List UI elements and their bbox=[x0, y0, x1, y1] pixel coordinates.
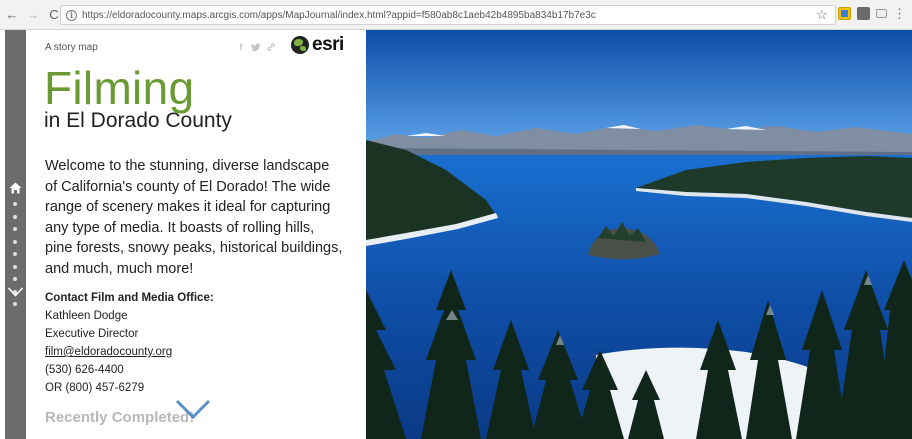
chevron-down-icon[interactable] bbox=[7, 286, 24, 298]
intro-paragraph: Welcome to the stunning, diverse landsca… bbox=[45, 158, 343, 277]
home-icon[interactable] bbox=[9, 182, 22, 194]
panel-header: A story map f esri bbox=[26, 30, 366, 64]
esri-logo[interactable]: esri bbox=[291, 34, 344, 55]
address-bar[interactable]: i https://eldoradocounty.maps.arcgis.com… bbox=[60, 5, 836, 25]
browser-menu-icon[interactable]: ⋮ bbox=[893, 7, 906, 20]
contact-name: Kathleen Dodge bbox=[45, 310, 128, 322]
story-panel: A story map f esri Filming in El Dorado … bbox=[26, 30, 366, 439]
globe-icon bbox=[291, 36, 309, 54]
section-dot[interactable] bbox=[13, 302, 17, 306]
share-icons: f bbox=[236, 42, 276, 52]
section-dot[interactable] bbox=[13, 227, 17, 231]
extension-icons: ⋮ bbox=[838, 7, 906, 20]
contact-phone: (530) 626-4400 bbox=[45, 364, 124, 376]
contact-title: Executive Director bbox=[45, 328, 139, 340]
esri-wordmark: esri bbox=[312, 34, 344, 55]
contact-block: Contact Film and Media Office: Kathleen … bbox=[45, 289, 345, 397]
lake-landscape-photo bbox=[366, 30, 912, 439]
contact-email-link[interactable]: film@eldoradocounty.org bbox=[45, 343, 345, 361]
section-dot[interactable] bbox=[13, 252, 17, 256]
section-dot[interactable] bbox=[13, 264, 17, 269]
cast-icon[interactable] bbox=[876, 9, 887, 18]
extension-icon[interactable] bbox=[857, 7, 870, 20]
forward-arrow-icon[interactable]: → bbox=[24, 6, 42, 24]
browser-toolbar: ← → C i https://eldoradocounty.maps.arcg… bbox=[0, 0, 912, 30]
story-map-label: A story map bbox=[45, 42, 98, 53]
twitter-icon[interactable] bbox=[251, 42, 261, 52]
section-dot[interactable] bbox=[13, 214, 17, 219]
recently-completed-heading: Recently Completed! bbox=[45, 409, 195, 426]
bookmark-star-icon[interactable]: ☆ bbox=[816, 7, 828, 23]
back-arrow-icon[interactable]: ← bbox=[3, 6, 21, 24]
scroll-down-chevron-icon[interactable] bbox=[175, 398, 211, 420]
section-dot[interactable] bbox=[13, 202, 17, 206]
extension-icon[interactable] bbox=[838, 7, 851, 20]
story-nav-rail bbox=[5, 30, 26, 439]
info-icon[interactable]: i bbox=[66, 9, 77, 21]
section-dot[interactable] bbox=[13, 277, 17, 281]
contact-heading: Contact Film and Media Office: bbox=[45, 292, 214, 304]
link-icon[interactable] bbox=[266, 42, 276, 52]
story-subtitle: in El Dorado County bbox=[44, 109, 232, 132]
story-title: Filming bbox=[44, 62, 195, 114]
section-dot[interactable] bbox=[13, 239, 17, 244]
facebook-icon[interactable]: f bbox=[236, 42, 246, 52]
contact-phone-alt: OR (800) 457-6279 bbox=[45, 382, 145, 394]
url-text: https://eldoradocounty.maps.arcgis.com/a… bbox=[82, 9, 596, 21]
